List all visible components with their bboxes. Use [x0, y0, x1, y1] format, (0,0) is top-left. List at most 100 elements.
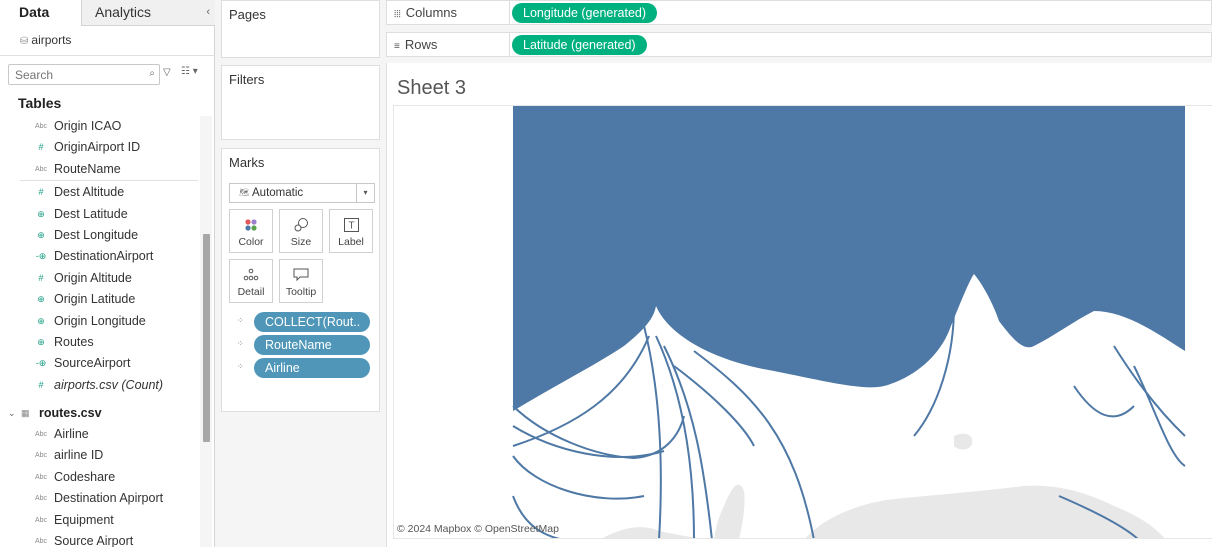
label-button[interactable]: T Label — [329, 209, 373, 253]
field-item[interactable]: # Dest Altitude — [0, 182, 200, 203]
field-label: DestinationAirport — [54, 249, 154, 264]
field-label: RouteName — [54, 161, 121, 176]
chevron-down-icon[interactable]: ▾ — [356, 184, 374, 202]
field-item[interactable]: Abc Codeshare — [0, 467, 200, 488]
marks-pill-routename[interactable]: RouteName — [254, 335, 370, 355]
land-mass — [714, 484, 745, 538]
route-line — [512, 455, 645, 500]
detail-icon: ⁘ — [237, 316, 244, 325]
field-item[interactable]: -⊕ DestinationAirport — [0, 246, 200, 267]
filters-card[interactable]: Filters — [221, 65, 380, 140]
field-item[interactable]: ⊕ Routes — [0, 332, 200, 353]
dimension-text-icon: Abc — [34, 538, 48, 545]
field-item[interactable]: Abc Origin ICAO — [0, 116, 200, 137]
rows-shelf-label: ≡ Rows — [394, 37, 437, 52]
mark-type-dropdown[interactable]: 🗺 Automatic ▾ — [229, 183, 375, 203]
search-box[interactable]: ⌕ — [8, 64, 160, 85]
divider — [0, 55, 215, 56]
divider — [509, 1, 510, 24]
field-item[interactable]: -⊕ SourceAirport — [0, 353, 200, 374]
measure-icon: # — [38, 187, 44, 198]
dimension-text-icon: Abc — [34, 473, 48, 481]
field-item[interactable]: Abc airline ID — [0, 445, 200, 466]
route-line — [1133, 365, 1186, 467]
route-map[interactable] — [394, 106, 1212, 539]
map-mark-icon: 🗺 — [239, 188, 250, 197]
field-item[interactable]: # Origin Altitude — [0, 268, 200, 289]
columns-pill-longitude[interactable]: Longitude (generated) — [512, 3, 658, 23]
datasource-name: airports — [31, 33, 72, 47]
land-masses — [602, 433, 1165, 538]
field-item[interactable]: Abc Source Airport — [0, 531, 200, 547]
rows-icon: ≡ — [394, 41, 400, 52]
color-icon — [230, 215, 272, 235]
field-item[interactable]: ⊕ Dest Longitude — [0, 225, 200, 246]
geo-icon: ⊕ — [37, 337, 45, 347]
route-line — [1073, 385, 1135, 418]
sheet-title[interactable]: Sheet 3 — [397, 77, 466, 100]
pages-card[interactable]: Pages — [221, 0, 380, 58]
field-item[interactable]: ⊕ Origin Longitude — [0, 311, 200, 332]
geo-icon: ⊕ — [37, 208, 45, 219]
field-item[interactable]: ⊕ Dest Latitude — [0, 204, 200, 225]
tab-analytics[interactable]: Analytics ‹ — [81, 0, 215, 26]
detail-icon: ⁘ — [237, 339, 244, 348]
field-item[interactable]: ⊕ Origin Latitude — [0, 289, 200, 310]
marks-pill-airline[interactable]: Airline — [254, 358, 370, 378]
filters-title: Filters — [229, 72, 265, 87]
datasource[interactable]: ⛁ airports — [20, 33, 71, 47]
text-label-icon: T — [330, 215, 372, 235]
dimension-text-icon: Abc — [34, 495, 48, 503]
chevron-left-icon[interactable]: ‹ — [206, 0, 210, 24]
search-icon[interactable]: ⌕ — [149, 68, 155, 79]
svg-text:T: T — [348, 221, 354, 232]
rows-pill-latitude[interactable]: Latitude (generated) — [512, 35, 647, 55]
tooltip-button[interactable]: Tooltip — [279, 259, 323, 303]
marks-title: Marks — [229, 155, 265, 170]
scrollbar[interactable] — [200, 116, 212, 547]
cards-column: Pages Filters Marks 🗺 Automatic ▾ Color … — [215, 0, 386, 547]
size-label: Size — [290, 236, 312, 248]
rows-shelf[interactable]: ≡ Rows Latitude (generated) — [386, 32, 1212, 57]
columns-shelf[interactable]: ⦙⦙⦙ Columns Longitude (generated) — [386, 0, 1212, 25]
field-label: Origin ICAO — [54, 119, 122, 133]
field-item[interactable]: Abc Equipment — [0, 510, 200, 531]
measure-icon: # — [38, 272, 44, 283]
search-input[interactable] — [9, 65, 139, 84]
table-routes[interactable]: ⌄ ▦ routes.csv — [0, 403, 200, 424]
measure-icon: # — [38, 379, 44, 390]
field-label: airline ID — [54, 448, 104, 463]
marks-pill-collect-routes[interactable]: COLLECT(Rout.. — [254, 312, 370, 332]
measure-icon: # — [38, 142, 44, 153]
field-label: Source Airport — [54, 534, 134, 547]
size-button[interactable]: Size — [279, 209, 323, 253]
detail-button[interactable]: Detail — [229, 259, 273, 303]
land-mass — [805, 485, 1165, 538]
map-view[interactable] — [393, 105, 1212, 539]
field-item[interactable]: # OriginAirport ID — [0, 137, 200, 158]
map-attribution[interactable]: © 2024 Mapbox © OpenStreetMap — [397, 523, 559, 535]
field-label: airports.csv (Count) — [54, 377, 164, 392]
size-icon — [280, 215, 322, 235]
geo-icon: -⊕ — [35, 251, 47, 262]
tables-heading: Tables — [18, 95, 62, 111]
field-item[interactable]: Abc Destination Apirport — [0, 488, 200, 509]
chevron-down-icon[interactable]: ⌄ — [8, 403, 16, 424]
field-label: Dest Latitude — [54, 206, 128, 221]
route-line — [643, 325, 662, 538]
tab-data[interactable]: Data — [0, 0, 81, 26]
filter-icon[interactable]: ▽ — [163, 67, 171, 78]
field-item[interactable]: Abc Airline — [0, 424, 200, 445]
field-item[interactable]: # airports.csv (Count) — [0, 375, 200, 396]
color-button[interactable]: Color — [229, 209, 273, 253]
columns-shelf-label: ⦙⦙⦙ Columns — [394, 5, 457, 20]
view-options-icon[interactable]: ☷ ▾ — [181, 66, 198, 77]
field-item[interactable]: Abc RouteName — [0, 159, 200, 180]
scrollbar-thumb[interactable] — [203, 234, 210, 442]
geo-icon: ⊕ — [37, 294, 45, 305]
field-label: Origin Altitude — [54, 270, 132, 285]
dimension-text-icon: Abc — [34, 452, 48, 460]
route-line — [1113, 345, 1186, 437]
divider — [20, 180, 198, 181]
dimension-text-icon: Abc — [34, 431, 48, 438]
